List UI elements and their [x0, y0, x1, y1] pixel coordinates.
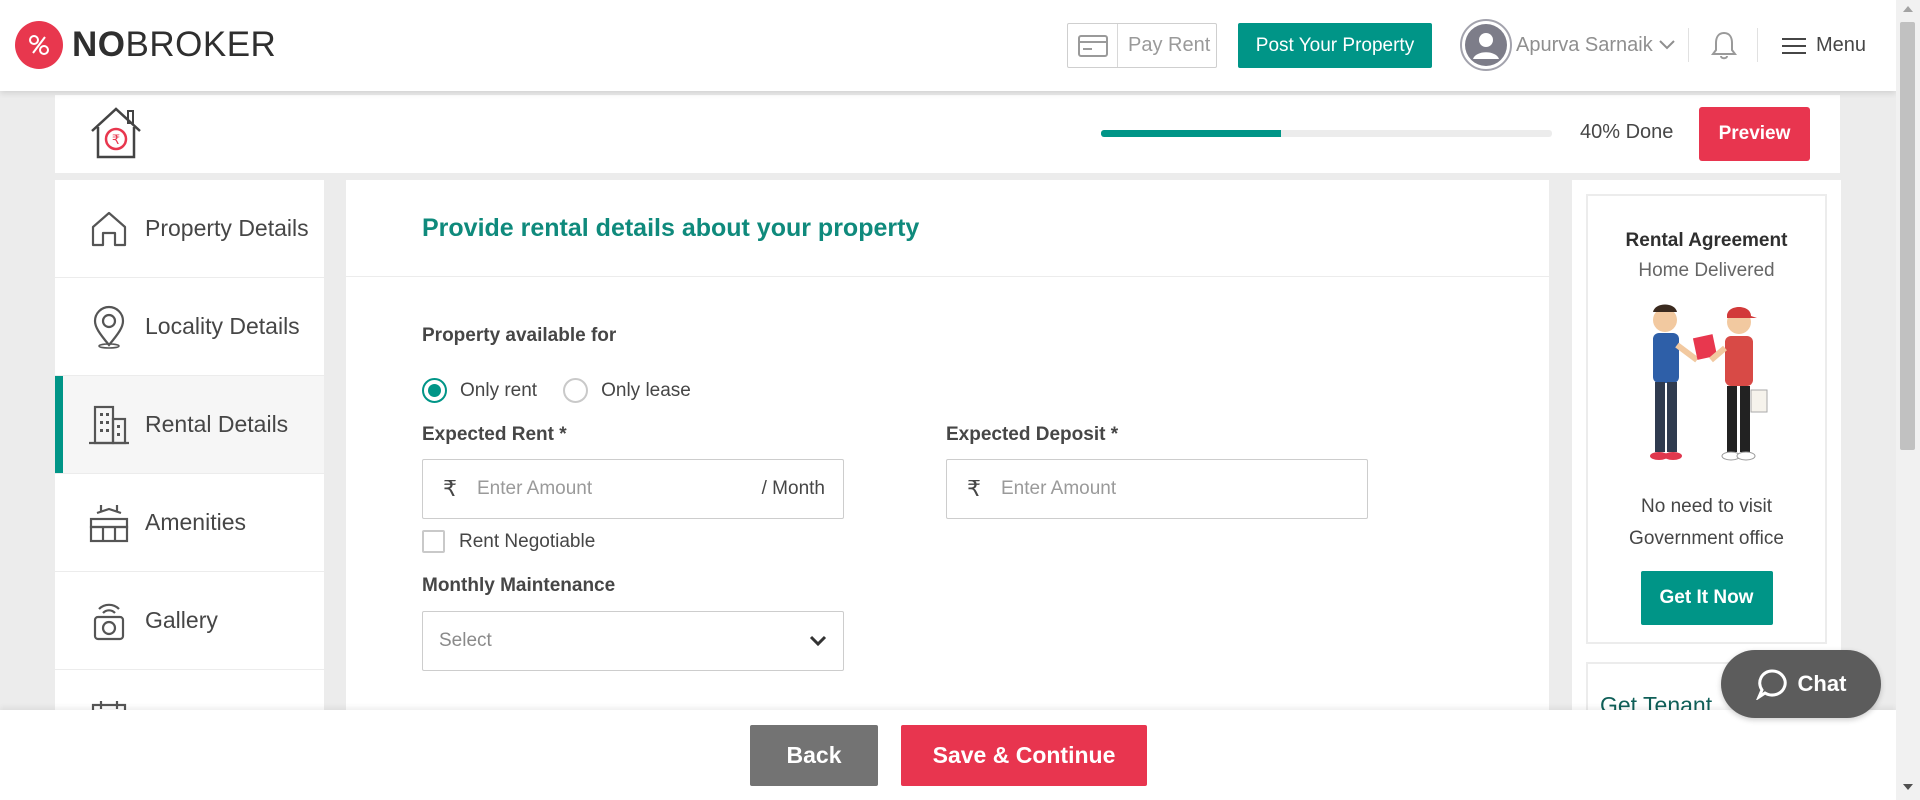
progress-header: ₹ 40% Done Preview: [55, 95, 1840, 173]
scroll-down-icon[interactable]: [1903, 784, 1913, 790]
sidebar-item-label: Locality Details: [145, 313, 300, 339]
promo-text: No need to visit Government office: [1588, 491, 1825, 555]
promo-title: Rental Agreement: [1625, 230, 1788, 251]
get-it-now-button[interactable]: Get It Now: [1640, 571, 1773, 625]
chevron-down-icon: [1659, 40, 1675, 50]
checkbox-label: Rent Negotiable: [459, 530, 596, 552]
radio-only-lease[interactable]: Only lease: [563, 378, 691, 403]
scroll-up-icon[interactable]: [1903, 6, 1913, 12]
back-button[interactable]: Back: [750, 725, 878, 786]
chat-button[interactable]: Chat: [1721, 650, 1881, 718]
sidebar-item-label: Amenities: [145, 509, 246, 535]
available-for-label: Property available for: [422, 325, 617, 346]
progress-bar: [1101, 130, 1552, 137]
select-value: Select: [439, 630, 492, 651]
avatar: [1460, 19, 1512, 71]
logo-text: NOBROKER: [72, 25, 277, 64]
sidebar-item-amenities[interactable]: Amenities: [55, 474, 324, 572]
availability-radio-group: Only rent Only lease: [422, 378, 717, 403]
post-property-button[interactable]: Post Your Property: [1238, 23, 1432, 68]
logo-icon: [15, 21, 63, 69]
radio-unchecked[interactable]: [563, 378, 589, 403]
svg-text:₹: ₹: [112, 133, 120, 148]
sidebar-item-schedule[interactable]: [55, 670, 324, 710]
chat-label: Chat: [1797, 671, 1847, 696]
credit-card-icon: [1068, 24, 1118, 67]
expected-rent-input[interactable]: [477, 478, 762, 500]
location-pin-icon: [85, 303, 133, 351]
rent-negotiable-checkbox[interactable]: [422, 530, 445, 553]
promo-subtitle: Home Delivered: [1638, 260, 1775, 281]
sidebar-item-rental-details[interactable]: Rental Details: [55, 376, 324, 474]
menu-label: Menu: [1816, 34, 1867, 56]
promo-sidebar: Rental Agreement Home Delivered No need …: [1572, 180, 1841, 742]
monthly-maintenance-select[interactable]: Select: [422, 611, 844, 671]
radio-label: Only rent: [460, 379, 538, 401]
expected-deposit-label: Expected Deposit *: [946, 424, 1119, 445]
user-menu[interactable]: Apurva Sarnaik: [1460, 19, 1675, 71]
progress-label: 40% Done: [1580, 121, 1674, 143]
top-navbar: NOBROKER Pay Rent Post Your Property Apu…: [0, 0, 1896, 91]
sidebar-item-gallery[interactable]: Gallery: [55, 572, 324, 670]
house-rupee-icon: ₹: [91, 107, 141, 159]
scrollbar[interactable]: [1896, 0, 1920, 800]
nobroker-logo[interactable]: NOBROKER: [15, 21, 276, 69]
footer-actions: Back Save & Continue: [0, 710, 1896, 800]
sidebar-item-label: Rental Details: [145, 411, 289, 437]
sidebar-item-locality-details[interactable]: Locality Details: [55, 278, 324, 376]
home-icon: [85, 205, 133, 253]
sidebar-item-label: Property Details: [145, 215, 309, 241]
calendar-icon: [85, 695, 133, 710]
user-name: Apurva Sarnaik: [1516, 33, 1653, 56]
expected-deposit-field[interactable]: ₹: [946, 459, 1368, 519]
pay-rent-label: Pay Rent: [1128, 34, 1211, 56]
radio-label: Only lease: [601, 379, 691, 401]
radio-only-rent[interactable]: Only rent: [422, 378, 537, 403]
radio-checked[interactable]: [422, 378, 447, 403]
bell-icon[interactable]: [1711, 30, 1737, 60]
promo-line1: No need to visit: [1641, 496, 1772, 517]
preview-button[interactable]: Preview: [1699, 107, 1810, 161]
per-month-suffix: / Month: [761, 478, 825, 499]
save-continue-button[interactable]: Save & Continue: [901, 725, 1147, 786]
delivery-illustration: [1649, 304, 1767, 461]
divider: [1757, 28, 1758, 62]
chat-bubble-icon: [1755, 669, 1787, 700]
amenities-icon: [85, 499, 133, 547]
menu-button[interactable]: Menu: [1782, 34, 1866, 57]
form-title: Provide rental details about your proper…: [422, 214, 920, 242]
rental-agreement-card: Rental Agreement Home Delivered No need …: [1586, 194, 1827, 644]
chevron-down-icon: [809, 635, 827, 647]
rupee-icon: ₹: [967, 476, 981, 501]
scrollbar-thumb[interactable]: [1900, 22, 1915, 450]
rent-negotiable-option[interactable]: Rent Negotiable: [422, 530, 595, 553]
sidebar-item-property-details[interactable]: Property Details: [55, 180, 324, 278]
promo-line2: Government office: [1629, 528, 1784, 549]
expected-rent-field[interactable]: ₹ / Month: [422, 459, 844, 519]
monthly-maintenance-label: Monthly Maintenance: [422, 575, 616, 596]
divider: [1688, 28, 1689, 62]
pay-rent-button[interactable]: Pay Rent: [1067, 23, 1217, 68]
camera-icon: [85, 597, 133, 645]
rupee-icon: ₹: [443, 476, 457, 501]
divider: [346, 276, 1549, 277]
expected-rent-label: Expected Rent *: [422, 424, 567, 445]
expected-deposit-input[interactable]: [1001, 478, 1367, 500]
hamburger-icon: [1782, 37, 1806, 54]
progress-bar-fill: [1101, 130, 1282, 137]
rental-details-form: Provide rental details about your proper…: [346, 180, 1549, 710]
steps-sidebar: Property Details Locality Details Rental…: [55, 180, 324, 710]
sidebar-item-label: Gallery: [145, 607, 218, 633]
building-icon: [85, 401, 133, 449]
